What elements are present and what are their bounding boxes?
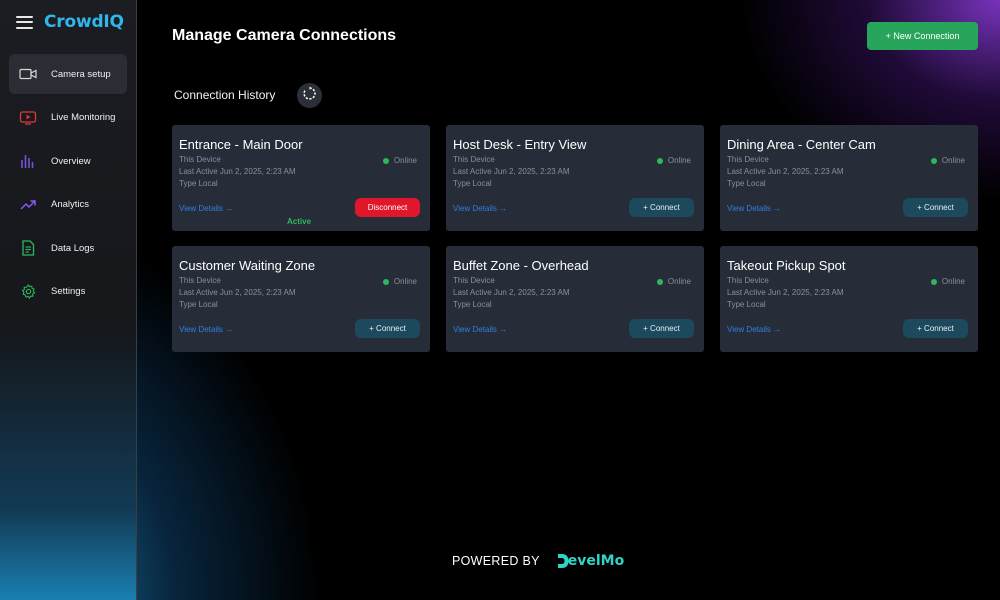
status-badge: Online xyxy=(656,277,691,286)
status-dot-icon xyxy=(382,157,389,164)
sidebar-item-data-logs[interactable]: Data Logs xyxy=(9,228,127,268)
card-type: Type Local xyxy=(727,179,766,188)
view-details-link[interactable]: View Details → xyxy=(453,204,507,213)
connect-button[interactable]: + Connect xyxy=(903,198,968,217)
main-content: Manage Camera Connections + New Connecti… xyxy=(137,0,1000,600)
camera-card: Entrance - Main Door This Device Last Ac… xyxy=(172,125,430,231)
connect-button[interactable]: + Connect xyxy=(355,319,420,338)
card-title: Buffet Zone - Overhead xyxy=(453,258,589,273)
card-last-active: Last Active Jun 2, 2025, 2:23 AM xyxy=(179,288,296,297)
view-details-link[interactable]: View Details → xyxy=(727,325,781,334)
status-label: Online xyxy=(941,277,965,286)
connect-button[interactable]: + Connect xyxy=(629,198,694,217)
status-dot-icon xyxy=(656,278,663,285)
status-label: Online xyxy=(393,156,417,165)
card-last-active: Last Active Jun 2, 2025, 2:23 AM xyxy=(453,288,570,297)
card-last-active: Last Active Jun 2, 2025, 2:23 AM xyxy=(453,167,570,176)
card-type: Type Local xyxy=(727,300,766,309)
sidebar-item-settings[interactable]: Settings xyxy=(9,272,127,312)
status-label: Online xyxy=(941,156,965,165)
status-label: Online xyxy=(667,156,691,165)
document-icon xyxy=(19,240,37,256)
status-badge: Online xyxy=(930,156,965,165)
status-badge: Online xyxy=(382,277,417,286)
status-label: Online xyxy=(667,277,691,286)
sidebar: CrowdIQ Camera setup Live Monitoring Ove… xyxy=(0,0,137,600)
footer: POWERED BY evelMo xyxy=(452,553,624,569)
sidebar-item-label: Settings xyxy=(51,286,86,297)
app-logo: CrowdIQ xyxy=(44,12,124,32)
status-badge: Online xyxy=(930,277,965,286)
view-details-link[interactable]: View Details → xyxy=(179,204,233,213)
card-title: Takeout Pickup Spot xyxy=(727,258,846,273)
card-type: Type Local xyxy=(179,300,218,309)
disconnect-button[interactable]: Disconnect xyxy=(355,198,420,217)
new-connection-button[interactable]: + New Connection xyxy=(867,22,978,50)
view-details-link[interactable]: View Details → xyxy=(179,325,233,334)
status-dot-icon xyxy=(656,157,663,164)
connect-button[interactable]: + Connect xyxy=(903,319,968,338)
camera-icon xyxy=(19,67,37,81)
brand-bar: CrowdIQ xyxy=(0,0,136,44)
trend-icon xyxy=(19,198,37,212)
camera-card: Customer Waiting Zone This Device Last A… xyxy=(172,246,430,352)
card-last-active: Last Active Jun 2, 2025, 2:23 AM xyxy=(179,167,296,176)
status-badge: Online xyxy=(382,156,417,165)
card-title: Entrance - Main Door xyxy=(179,137,303,152)
camera-card: Buffet Zone - Overhead This Device Last … xyxy=(446,246,704,352)
active-label: Active xyxy=(287,217,312,226)
card-type: Type Local xyxy=(453,179,492,188)
sidebar-item-overview[interactable]: Overview xyxy=(9,141,127,181)
bar-chart-icon xyxy=(19,154,37,168)
play-screen-icon xyxy=(19,110,37,125)
refresh-icon xyxy=(302,85,317,106)
camera-card: Host Desk - Entry View This Device Last … xyxy=(446,125,704,231)
status-dot-icon xyxy=(930,278,937,285)
sidebar-item-label: Live Monitoring xyxy=(51,112,116,123)
status-label: Online xyxy=(393,277,417,286)
sidebar-item-label: Camera setup xyxy=(51,68,111,80)
partner-name: evelMo xyxy=(567,553,625,569)
sidebar-item-camera-setup[interactable]: Camera setup xyxy=(9,54,127,94)
view-details-link[interactable]: View Details → xyxy=(453,325,507,334)
connect-button[interactable]: + Connect xyxy=(629,319,694,338)
status-badge: Online xyxy=(656,156,691,165)
sidebar-item-live-monitoring[interactable]: Live Monitoring xyxy=(9,98,127,138)
sidebar-nav: Camera setup Live Monitoring Overview An… xyxy=(0,54,136,312)
status-dot-icon xyxy=(930,157,937,164)
page-title: Manage Camera Connections xyxy=(172,27,397,44)
sidebar-item-label: Data Logs xyxy=(51,242,95,254)
gear-icon xyxy=(19,284,37,299)
card-last-active: Last Active Jun 2, 2025, 2:23 AM xyxy=(727,288,844,297)
refresh-button[interactable] xyxy=(297,83,322,108)
camera-card: Dining Area - Center Cam This Device Las… xyxy=(720,125,978,231)
card-type: Type Local xyxy=(179,179,218,188)
card-title: Dining Area - Center Cam xyxy=(727,137,876,152)
connection-history-title: Connection History xyxy=(174,88,276,102)
view-details-link[interactable]: View Details → xyxy=(727,204,781,213)
sidebar-item-label: Analytics xyxy=(51,199,90,210)
sidebar-item-analytics[interactable]: Analytics xyxy=(9,185,127,225)
card-type: Type Local xyxy=(453,300,492,309)
partner-logo: evelMo xyxy=(557,553,624,569)
card-title: Customer Waiting Zone xyxy=(179,258,316,273)
camera-card: Takeout Pickup Spot This Device Last Act… xyxy=(720,246,978,352)
sidebar-item-label: Overview xyxy=(51,155,91,167)
menu-icon[interactable] xyxy=(16,15,33,29)
powered-by-label: POWERED BY xyxy=(452,554,540,568)
status-dot-icon xyxy=(382,278,389,285)
card-title: Host Desk - Entry View xyxy=(453,137,587,152)
card-last-active: Last Active Jun 2, 2025, 2:23 AM xyxy=(727,167,844,176)
